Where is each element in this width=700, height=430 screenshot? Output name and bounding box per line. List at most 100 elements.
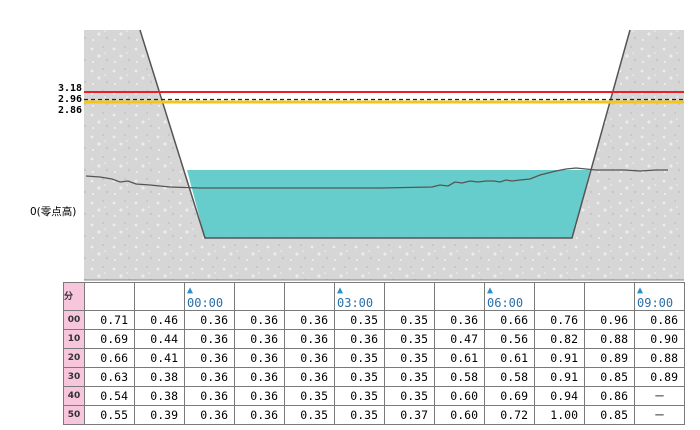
level-value-cell: 0.41 — [134, 348, 185, 368]
level-value-cell: 0.60 — [434, 386, 485, 406]
water-level-table: 分 ▲ 00:00 ▲ 03:00 ▲ 06:00 ▲ 09:00 00 0.71 0.46 0.36 0… — [63, 282, 685, 425]
red-level-value: 3.18 — [58, 83, 83, 94]
level-value-cell: 0.39 — [134, 405, 185, 425]
level-value-cell: 0.88 — [634, 348, 685, 368]
level-value-cell: 0.35 — [284, 386, 335, 406]
level-value-cell: 0.54 — [84, 386, 135, 406]
level-value-cell: 0.71 — [84, 310, 135, 330]
water-body — [187, 170, 590, 238]
minute-cell: 10 — [63, 329, 85, 349]
level-value-cell: 0.38 — [134, 386, 185, 406]
time-header-cell: ▲ 06:00 — [484, 282, 535, 311]
level-value-cell: 0.58 — [484, 367, 535, 387]
level-value-cell: 0.35 — [334, 310, 385, 330]
time-header-cell — [234, 282, 285, 311]
level-value-cell: 0.36 — [434, 310, 485, 330]
level-value-cell: 0.38 — [134, 367, 185, 387]
minute-cell: 20 — [63, 348, 85, 368]
level-value-cell: 0.35 — [334, 348, 385, 368]
time-header-cell — [534, 282, 585, 311]
time-marker-icon: ▲ — [487, 285, 494, 296]
level-value-cell: 0.85 — [584, 405, 635, 425]
level-value-cell: 0.44 — [134, 329, 185, 349]
level-value-cell: 0.46 — [134, 310, 185, 330]
table-row: 30 0.63 0.38 0.36 0.36 0.36 0.35 0.35 0.58 0.58 0.… — [63, 367, 685, 387]
time-label: 03:00 — [337, 296, 374, 310]
level-value-cell: 0.61 — [434, 348, 485, 368]
level-value-cell: 0.66 — [84, 348, 135, 368]
level-value-cell: 0.36 — [284, 348, 335, 368]
time-header-cell — [134, 282, 185, 311]
time-header-cell — [584, 282, 635, 311]
level-value-cell: 0.60 — [434, 405, 485, 425]
level-value-cell: 0.35 — [334, 405, 385, 425]
minute-cell: 30 — [63, 367, 85, 387]
level-value-cell: 0.36 — [234, 405, 285, 425]
level-value-cell: 0.36 — [284, 367, 335, 387]
time-header-cell: ▲ 09:00 — [634, 282, 685, 311]
level-value-cell: 0.55 — [84, 405, 135, 425]
level-value-cell: 0.35 — [384, 329, 435, 349]
minute-cell: 50 — [63, 405, 85, 425]
minute-cell: 00 — [63, 310, 85, 330]
level-value-cell: 0.36 — [184, 329, 235, 349]
level-value-cell: 0.36 — [184, 386, 235, 406]
zero-level-label: 0(零点高) — [30, 206, 77, 218]
level-value-cell: 0.36 — [184, 405, 235, 425]
level-value-cell: 0.69 — [484, 386, 535, 406]
level-value-cell: 0.35 — [384, 348, 435, 368]
level-value-cell: 0.89 — [584, 348, 635, 368]
level-value-cell: 0.36 — [234, 367, 285, 387]
level-value-cell: 0.36 — [234, 329, 285, 349]
level-value-cell: 0.36 — [284, 329, 335, 349]
time-marker-icon: ▲ — [337, 285, 344, 296]
level-value-cell: 0.56 — [484, 329, 535, 349]
table-row: 20 0.66 0.41 0.36 0.36 0.36 0.35 0.35 0.61 0.61 0.… — [63, 348, 685, 368]
dashed-level-value: 2.96 — [58, 94, 83, 105]
level-value-cell: 0.35 — [384, 367, 435, 387]
time-header-row: 分 ▲ 00:00 ▲ 03:00 ▲ 06:00 ▲ 09:00 — [63, 282, 685, 311]
level-value-cell: 0.89 — [634, 367, 685, 387]
level-value-cell: 0.36 — [184, 348, 235, 368]
level-value-cell: 0.69 — [84, 329, 135, 349]
level-value-cell: 0.94 — [534, 386, 585, 406]
level-value-cell: 0.36 — [284, 310, 335, 330]
level-value-cell: 0.96 — [584, 310, 635, 330]
time-header-cell — [284, 282, 335, 311]
level-value-cell: 0.36 — [234, 386, 285, 406]
river-cross-section-diagram — [84, 29, 684, 281]
level-value-cell: 0.37 — [384, 405, 435, 425]
table-row: 40 0.54 0.38 0.36 0.36 0.35 0.35 0.35 0.60 0.69 0.… — [63, 386, 685, 406]
level-value-cell: 0.36 — [234, 348, 285, 368]
time-label: 00:00 — [187, 296, 224, 310]
level-value-cell: 0.36 — [334, 329, 385, 349]
level-value-cell: 0.35 — [384, 386, 435, 406]
level-value-cell: － — [634, 405, 685, 425]
level-value-cell: 0.86 — [584, 386, 635, 406]
level-value-cell: 0.76 — [534, 310, 585, 330]
time-header-cell — [434, 282, 485, 311]
level-value-cell: 0.47 — [434, 329, 485, 349]
time-marker-icon: ▲ — [187, 285, 194, 296]
level-value-cell: 0.91 — [534, 367, 585, 387]
yellow-level-value: 2.86 — [58, 105, 83, 116]
time-label: 09:00 — [637, 296, 674, 310]
level-value-cell: 1.00 — [534, 405, 585, 425]
minute-header: 分 — [63, 282, 85, 311]
level-value-cell: 0.35 — [334, 386, 385, 406]
level-value-cell: － — [634, 386, 685, 406]
river-cross-section: 3.18 2.96 2.86 0(零点高) — [0, 0, 700, 282]
table-row: 10 0.69 0.44 0.36 0.36 0.36 0.36 0.35 0.47 0.56 0.… — [63, 329, 685, 349]
time-marker-icon: ▲ — [637, 285, 644, 296]
time-header-cell: ▲ 03:00 — [334, 282, 385, 311]
level-value-cell: 0.91 — [534, 348, 585, 368]
level-value-cell: 0.35 — [384, 310, 435, 330]
time-header-cell: ▲ 00:00 — [184, 282, 235, 311]
level-value-cell: 0.36 — [234, 310, 285, 330]
time-header-cell — [84, 282, 135, 311]
level-value-cell: 0.36 — [184, 367, 235, 387]
time-header-cell — [384, 282, 435, 311]
level-value-cell: 0.88 — [584, 329, 635, 349]
level-value-cell: 0.82 — [534, 329, 585, 349]
level-value-cell: 0.72 — [484, 405, 535, 425]
